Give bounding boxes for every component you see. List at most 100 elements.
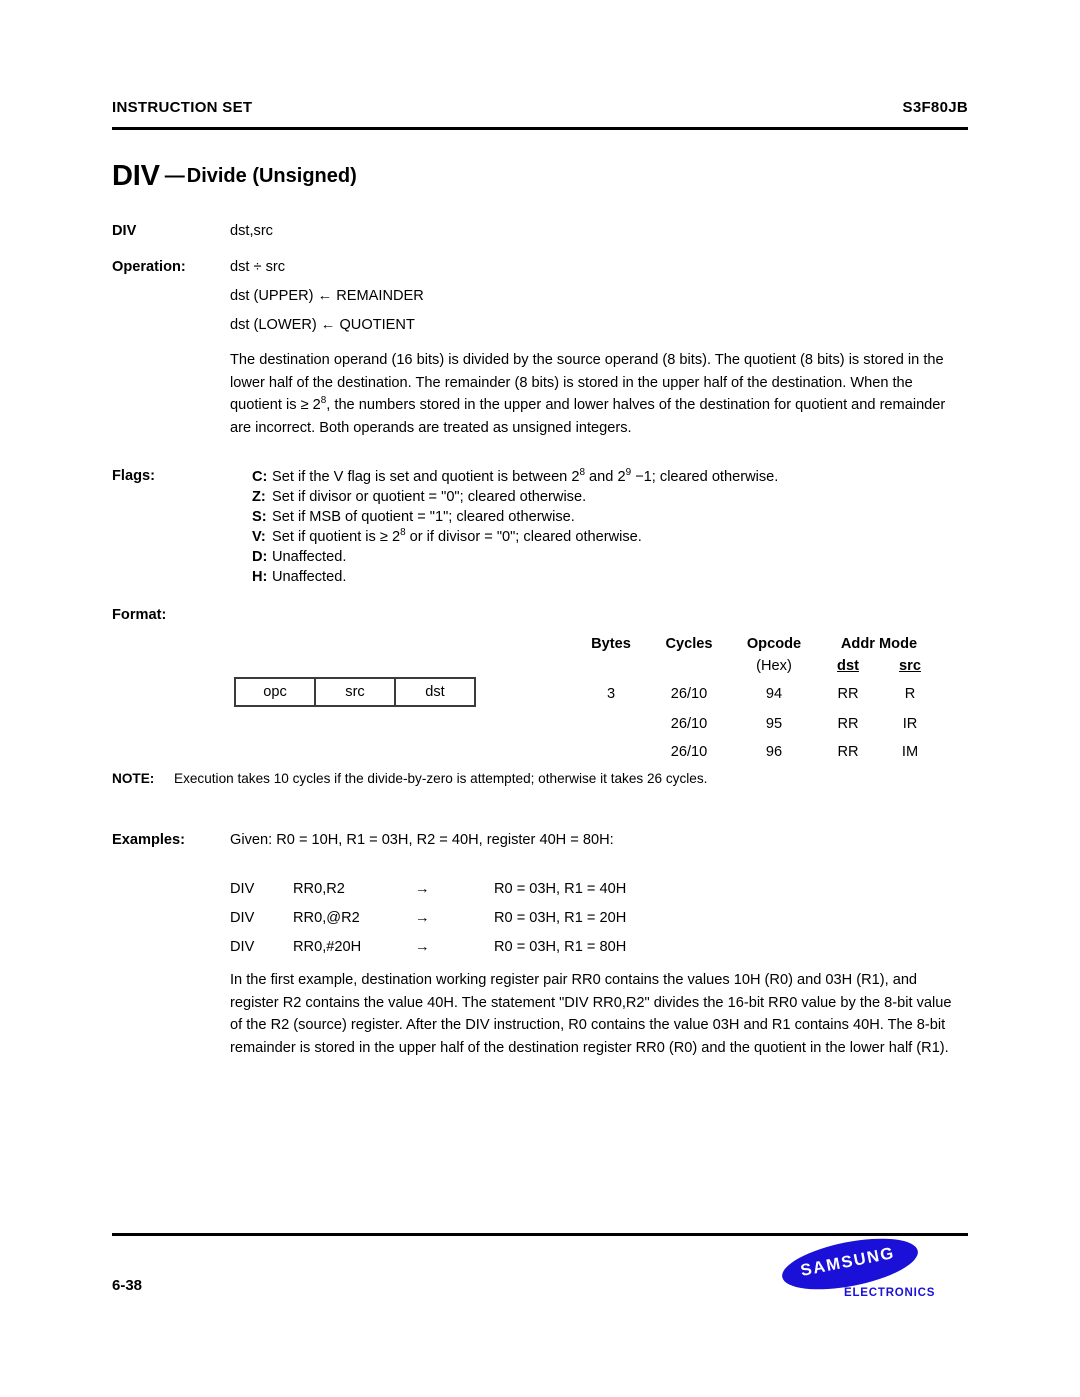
header-right-partnumber: S3F80JB bbox=[902, 99, 968, 116]
note-text: Execution takes 10 cycles if the divide-… bbox=[174, 771, 708, 786]
example-mnemonic: DIV bbox=[230, 910, 255, 926]
arrow-icon: → bbox=[415, 939, 430, 955]
header-rule bbox=[112, 127, 968, 130]
cell-addr-dst: RR bbox=[837, 685, 859, 702]
column-header-opcode-hex: (Hex) bbox=[756, 657, 792, 674]
column-header-bytes: Bytes bbox=[591, 635, 631, 652]
opcode-field-src: src bbox=[316, 679, 396, 705]
title-dash: — bbox=[164, 165, 185, 187]
cell-bytes bbox=[575, 738, 647, 766]
example-operands: RR0,@R2 bbox=[293, 910, 360, 926]
column-header-dst: dst bbox=[837, 657, 859, 674]
example-result: R0 = 03H, R1 = 20H bbox=[494, 910, 627, 926]
cell-bytes: 3 bbox=[606, 685, 616, 702]
syntax-operands: dst,src bbox=[230, 223, 273, 239]
description-paragraph: The destination operand (16 bits) is div… bbox=[230, 349, 964, 439]
cell-addr-src: IM bbox=[901, 744, 919, 760]
examples-label: Examples: bbox=[112, 832, 186, 848]
page-title: DIV — Divide (Unsigned) bbox=[112, 162, 357, 191]
example-operands: RR0,R2 bbox=[293, 881, 345, 897]
flag-text-c-pre: Set if the V flag is set and quotient is… bbox=[272, 469, 580, 485]
table-header-row-2: (Hex) dst src bbox=[575, 654, 941, 677]
flag-item-s: S: Set if MSB of quotient = "1"; cleared … bbox=[252, 507, 982, 527]
example-result: R0 = 03H, R1 = 40H bbox=[494, 881, 627, 897]
table-row: 3 26/10 94 RR R bbox=[575, 677, 941, 710]
examples-given: Given: R0 = 10H, R1 = 03H, R2 = 40H, reg… bbox=[230, 832, 614, 848]
flag-text-v-pre: Set if quotient is ≥ 2 bbox=[272, 529, 401, 545]
cell-cycles: 26/10 bbox=[670, 716, 708, 732]
cell-cycles: 26/10 bbox=[670, 744, 708, 760]
list-item: DIV RR0,R2 → R0 = 03H, R1 = 40H bbox=[230, 875, 626, 904]
flag-text-c-mid: and 2 bbox=[585, 469, 626, 485]
opcode-field-opc: opc bbox=[236, 679, 316, 705]
cell-opcode: 95 bbox=[765, 716, 783, 732]
flag-key-v: V: bbox=[252, 529, 266, 545]
note-label: NOTE: bbox=[112, 771, 155, 786]
document-page: INSTRUCTION SET S3F80JB DIV — Divide (Unsi… bbox=[0, 0, 1080, 1397]
flag-key-h: H: bbox=[252, 569, 268, 585]
column-header-cycles-sub bbox=[647, 654, 731, 677]
flag-text-s-pre: Set if MSB of quotient = "1"; cleared ot… bbox=[272, 509, 575, 525]
cell-addr-src: IR bbox=[902, 716, 918, 732]
cell-addr-dst: RR bbox=[837, 744, 859, 760]
cell-addr-dst: RR bbox=[837, 716, 859, 732]
flag-text-h-pre: Unaffected. bbox=[272, 569, 347, 585]
example-mnemonic: DIV bbox=[230, 939, 255, 955]
column-header-src: src bbox=[899, 657, 921, 674]
column-header-cycles: Cycles bbox=[665, 635, 713, 652]
instruction-mnemonic: DIV bbox=[112, 160, 160, 192]
flag-item-h: H: Unaffected. bbox=[252, 567, 982, 587]
example-mnemonic: DIV bbox=[230, 881, 255, 897]
footer-rule bbox=[112, 1233, 968, 1236]
flags-list: C: Set if the V flag is set and quotient … bbox=[252, 467, 982, 587]
cell-addr-src: R bbox=[904, 685, 916, 702]
logo-subtext: ELECTRONICS bbox=[844, 1287, 936, 1299]
final-paragraph: In the first example, destination workin… bbox=[230, 972, 952, 1056]
table-row: 26/10 95 RR IR bbox=[575, 710, 941, 738]
header-left-title: INSTRUCTION SET bbox=[112, 99, 253, 116]
column-header-bytes-sub bbox=[575, 654, 647, 677]
cell-bytes bbox=[575, 710, 647, 738]
cell-cycles: 26/10 bbox=[670, 685, 708, 702]
arrow-icon: → bbox=[415, 881, 430, 897]
flag-key-z: Z: bbox=[252, 489, 266, 505]
examples-list: DIV RR0,R2 → R0 = 03H, R1 = 40H DIV RR0,@R2 →… bbox=[230, 875, 626, 962]
samsung-logo: SAMSUNG ELECTRONICS bbox=[778, 1229, 968, 1308]
flag-key-d: D: bbox=[252, 549, 268, 565]
flag-item-c: C: Set if the V flag is set and quotient … bbox=[252, 467, 982, 487]
flags-label: Flags: bbox=[112, 468, 155, 484]
flag-key-s: S: bbox=[252, 509, 267, 525]
cell-opcode: 94 bbox=[765, 685, 783, 702]
list-item: DIV RR0,#20H → R0 = 03H, R1 = 80H bbox=[230, 933, 626, 962]
table-row: 26/10 96 RR IM bbox=[575, 738, 941, 766]
flag-text-z-pre: Set if divisor or quotient = "0"; cleare… bbox=[272, 489, 587, 505]
table-header-row-1: Bytes Cycles Opcode Addr Mode bbox=[575, 633, 941, 654]
cell-opcode: 96 bbox=[765, 744, 783, 760]
operation-line-1: dst ÷ src bbox=[230, 259, 286, 275]
example-operands: RR0,#20H bbox=[293, 939, 362, 955]
opcode-byte-diagram: opc src dst bbox=[234, 677, 476, 707]
syntax-label: DIV bbox=[112, 223, 137, 239]
flag-key-c: C: bbox=[252, 469, 268, 485]
column-header-opcode: Opcode bbox=[746, 635, 802, 652]
encoding-table: Bytes Cycles Opcode Addr Mode (Hex) dst … bbox=[575, 633, 941, 766]
operation-line-2: dst (UPPER) ← REMAINDER bbox=[230, 288, 424, 304]
flag-text-v-post: or if divisor = "0"; cleared otherwise. bbox=[405, 529, 642, 545]
format-label: Format: bbox=[112, 607, 167, 623]
operation-line-3: dst (LOWER) ← QUOTIENT bbox=[230, 317, 415, 333]
instruction-description: Divide (Unsigned) bbox=[186, 165, 357, 187]
arrow-icon: → bbox=[415, 910, 430, 926]
operation-label: Operation: bbox=[112, 259, 186, 275]
list-item: DIV RR0,@R2 → R0 = 03H, R1 = 20H bbox=[230, 904, 626, 933]
flag-item-z: Z: Set if divisor or quotient = "0"; clea… bbox=[252, 487, 982, 507]
description-part-2: , the numbers stored in the upper and lo… bbox=[230, 397, 946, 436]
column-header-addr-mode: Addr Mode bbox=[840, 635, 918, 652]
running-header: INSTRUCTION SET S3F80JB bbox=[112, 99, 968, 116]
flag-item-d: D: Unaffected. bbox=[252, 547, 982, 567]
example-result: R0 = 03H, R1 = 80H bbox=[494, 939, 627, 955]
flag-text-d-pre: Unaffected. bbox=[272, 549, 347, 565]
opcode-field-dst: dst bbox=[425, 684, 445, 700]
page-number: 6-38 bbox=[112, 1277, 143, 1294]
flag-text-c-post: −1; cleared otherwise. bbox=[631, 469, 779, 485]
flag-item-v: V: Set if quotient is ≥ 28 or if divisor … bbox=[252, 527, 982, 547]
